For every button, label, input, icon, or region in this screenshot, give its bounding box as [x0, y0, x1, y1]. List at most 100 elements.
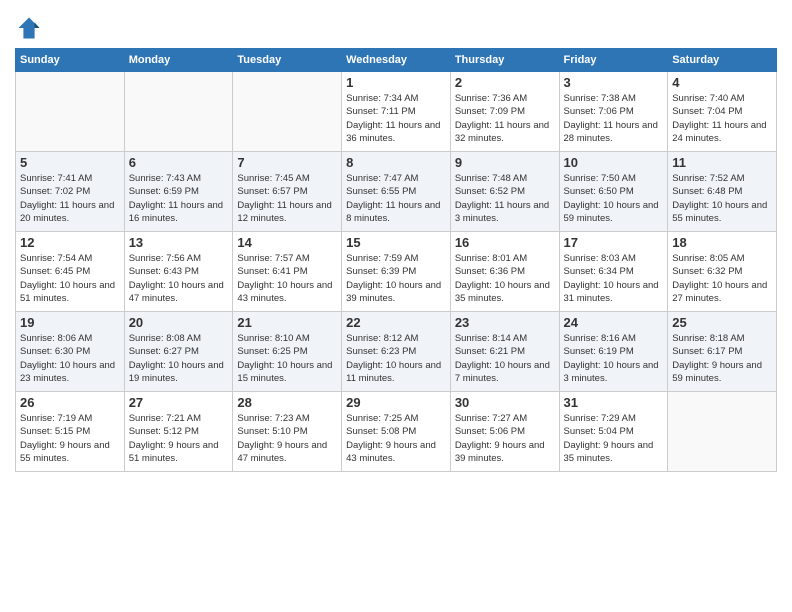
day-number: 5: [20, 155, 120, 170]
day-info: Sunrise: 7:29 AM Sunset: 5:04 PM Dayligh…: [564, 412, 664, 465]
calendar-cell: 1 Sunrise: 7:34 AM Sunset: 7:11 PM Daylig…: [342, 72, 451, 152]
day-info: Sunrise: 7:38 AM Sunset: 7:06 PM Dayligh…: [564, 92, 664, 145]
day-number: 2: [455, 75, 555, 90]
calendar-cell: [668, 392, 777, 472]
calendar-cell: 20Sunrise: 8:08 AM Sunset: 6:27 PM Dayli…: [124, 312, 233, 392]
calendar-cell: 5 Sunrise: 7:41 AM Sunset: 7:02 PM Daylig…: [16, 152, 125, 232]
day-number: 31: [564, 395, 664, 410]
calendar-week-row: 19Sunrise: 8:06 AM Sunset: 6:30 PM Dayli…: [16, 312, 777, 392]
day-number: 7: [237, 155, 337, 170]
day-number: 24: [564, 315, 664, 330]
day-info: Sunrise: 7:19 AM Sunset: 5:15 PM Dayligh…: [20, 412, 120, 465]
calendar-cell: 15 Sunrise: 7:59 AM Sunset: 6:39 PM Dayli…: [342, 232, 451, 312]
day-number: 8: [346, 155, 446, 170]
day-number: 15: [346, 235, 446, 250]
day-info: Sunrise: 8:12 AM Sunset: 6:23 PM Dayligh…: [346, 332, 446, 385]
day-info: Sunrise: 7:21 AM Sunset: 5:12 PM Dayligh…: [129, 412, 229, 465]
header-monday: Monday: [124, 49, 233, 72]
day-info: Sunrise: 7:45 AM Sunset: 6:57 PM Dayligh…: [237, 172, 337, 225]
calendar-cell: [124, 72, 233, 152]
day-number: 29: [346, 395, 446, 410]
day-info: Sunrise: 8:10 AM Sunset: 6:25 PM Dayligh…: [237, 332, 337, 385]
calendar-week-row: 26 Sunrise: 7:19 AM Sunset: 5:15 PM Dayli…: [16, 392, 777, 472]
calendar-cell: 31 Sunrise: 7:29 AM Sunset: 5:04 PM Dayli…: [559, 392, 668, 472]
day-info: Sunrise: 8:18 AM Sunset: 6:17 PM Dayligh…: [672, 332, 772, 385]
day-info: Sunrise: 7:34 AM Sunset: 7:11 PM Dayligh…: [346, 92, 446, 145]
calendar-cell: 28 Sunrise: 7:23 AM Sunset: 5:10 PM Dayli…: [233, 392, 342, 472]
day-number: 28: [237, 395, 337, 410]
day-number: 12: [20, 235, 120, 250]
day-info: Sunrise: 8:03 AM Sunset: 6:34 PM Dayligh…: [564, 252, 664, 305]
calendar-cell: 27 Sunrise: 7:21 AM Sunset: 5:12 PM Dayli…: [124, 392, 233, 472]
header-thursday: Thursday: [450, 49, 559, 72]
calendar-cell: 24 Sunrise: 8:16 AM Sunset: 6:19 PM Dayli…: [559, 312, 668, 392]
day-info: Sunrise: 7:47 AM Sunset: 6:55 PM Dayligh…: [346, 172, 446, 225]
day-info: Sunrise: 7:41 AM Sunset: 7:02 PM Dayligh…: [20, 172, 120, 225]
day-number: 14: [237, 235, 337, 250]
calendar-cell: 14 Sunrise: 7:57 AM Sunset: 6:41 PM Dayli…: [233, 232, 342, 312]
header-friday: Friday: [559, 49, 668, 72]
calendar-cell: 21 Sunrise: 8:10 AM Sunset: 6:25 PM Dayli…: [233, 312, 342, 392]
day-number: 19: [20, 315, 120, 330]
day-number: 4: [672, 75, 772, 90]
logo-icon: [15, 14, 43, 42]
calendar-cell: 23 Sunrise: 8:14 AM Sunset: 6:21 PM Dayli…: [450, 312, 559, 392]
calendar-header-row: SundayMondayTuesdayWednesdayThursdayFrid…: [16, 49, 777, 72]
page-header: [15, 10, 777, 42]
calendar-cell: [16, 72, 125, 152]
day-number: 27: [129, 395, 229, 410]
day-number: 3: [564, 75, 664, 90]
day-number: 23: [455, 315, 555, 330]
header-wednesday: Wednesday: [342, 49, 451, 72]
calendar-cell: 8 Sunrise: 7:47 AM Sunset: 6:55 PM Daylig…: [342, 152, 451, 232]
day-info: Sunrise: 7:40 AM Sunset: 7:04 PM Dayligh…: [672, 92, 772, 145]
day-info: Sunrise: 7:52 AM Sunset: 6:48 PM Dayligh…: [672, 172, 772, 225]
day-number: 18: [672, 235, 772, 250]
day-number: 17: [564, 235, 664, 250]
day-info: Sunrise: 7:57 AM Sunset: 6:41 PM Dayligh…: [237, 252, 337, 305]
calendar-cell: 22 Sunrise: 8:12 AM Sunset: 6:23 PM Dayli…: [342, 312, 451, 392]
day-number: 16: [455, 235, 555, 250]
day-info: Sunrise: 7:48 AM Sunset: 6:52 PM Dayligh…: [455, 172, 555, 225]
calendar-cell: [233, 72, 342, 152]
calendar-cell: 11Sunrise: 7:52 AM Sunset: 6:48 PM Dayli…: [668, 152, 777, 232]
calendar-cell: 25Sunrise: 8:18 AM Sunset: 6:17 PM Dayli…: [668, 312, 777, 392]
day-info: Sunrise: 7:27 AM Sunset: 5:06 PM Dayligh…: [455, 412, 555, 465]
day-info: Sunrise: 7:25 AM Sunset: 5:08 PM Dayligh…: [346, 412, 446, 465]
calendar-table: SundayMondayTuesdayWednesdayThursdayFrid…: [15, 48, 777, 472]
calendar-week-row: 1 Sunrise: 7:34 AM Sunset: 7:11 PM Daylig…: [16, 72, 777, 152]
calendar-cell: 7 Sunrise: 7:45 AM Sunset: 6:57 PM Daylig…: [233, 152, 342, 232]
calendar-cell: 9 Sunrise: 7:48 AM Sunset: 6:52 PM Daylig…: [450, 152, 559, 232]
day-number: 22: [346, 315, 446, 330]
day-info: Sunrise: 7:54 AM Sunset: 6:45 PM Dayligh…: [20, 252, 120, 305]
day-number: 9: [455, 155, 555, 170]
day-number: 6: [129, 155, 229, 170]
day-number: 26: [20, 395, 120, 410]
day-number: 30: [455, 395, 555, 410]
header-sunday: Sunday: [16, 49, 125, 72]
day-number: 10: [564, 155, 664, 170]
day-number: 21: [237, 315, 337, 330]
day-number: 13: [129, 235, 229, 250]
day-info: Sunrise: 7:59 AM Sunset: 6:39 PM Dayligh…: [346, 252, 446, 305]
day-info: Sunrise: 7:23 AM Sunset: 5:10 PM Dayligh…: [237, 412, 337, 465]
day-info: Sunrise: 8:16 AM Sunset: 6:19 PM Dayligh…: [564, 332, 664, 385]
day-info: Sunrise: 8:01 AM Sunset: 6:36 PM Dayligh…: [455, 252, 555, 305]
calendar-cell: 17 Sunrise: 8:03 AM Sunset: 6:34 PM Dayli…: [559, 232, 668, 312]
day-number: 1: [346, 75, 446, 90]
calendar-week-row: 12 Sunrise: 7:54 AM Sunset: 6:45 PM Dayli…: [16, 232, 777, 312]
day-info: Sunrise: 7:50 AM Sunset: 6:50 PM Dayligh…: [564, 172, 664, 225]
calendar-cell: 16 Sunrise: 8:01 AM Sunset: 6:36 PM Dayli…: [450, 232, 559, 312]
day-info: Sunrise: 7:43 AM Sunset: 6:59 PM Dayligh…: [129, 172, 229, 225]
calendar-cell: 6 Sunrise: 7:43 AM Sunset: 6:59 PM Daylig…: [124, 152, 233, 232]
calendar-cell: 18 Sunrise: 8:05 AM Sunset: 6:32 PM Dayli…: [668, 232, 777, 312]
day-info: Sunrise: 8:14 AM Sunset: 6:21 PM Dayligh…: [455, 332, 555, 385]
day-info: Sunrise: 8:05 AM Sunset: 6:32 PM Dayligh…: [672, 252, 772, 305]
calendar-cell: 12 Sunrise: 7:54 AM Sunset: 6:45 PM Dayli…: [16, 232, 125, 312]
calendar-cell: 30 Sunrise: 7:27 AM Sunset: 5:06 PM Dayli…: [450, 392, 559, 472]
calendar-cell: 29 Sunrise: 7:25 AM Sunset: 5:08 PM Dayli…: [342, 392, 451, 472]
calendar-cell: 10 Sunrise: 7:50 AM Sunset: 6:50 PM Dayli…: [559, 152, 668, 232]
header-saturday: Saturday: [668, 49, 777, 72]
calendar-cell: 26 Sunrise: 7:19 AM Sunset: 5:15 PM Dayli…: [16, 392, 125, 472]
calendar-week-row: 5 Sunrise: 7:41 AM Sunset: 7:02 PM Daylig…: [16, 152, 777, 232]
